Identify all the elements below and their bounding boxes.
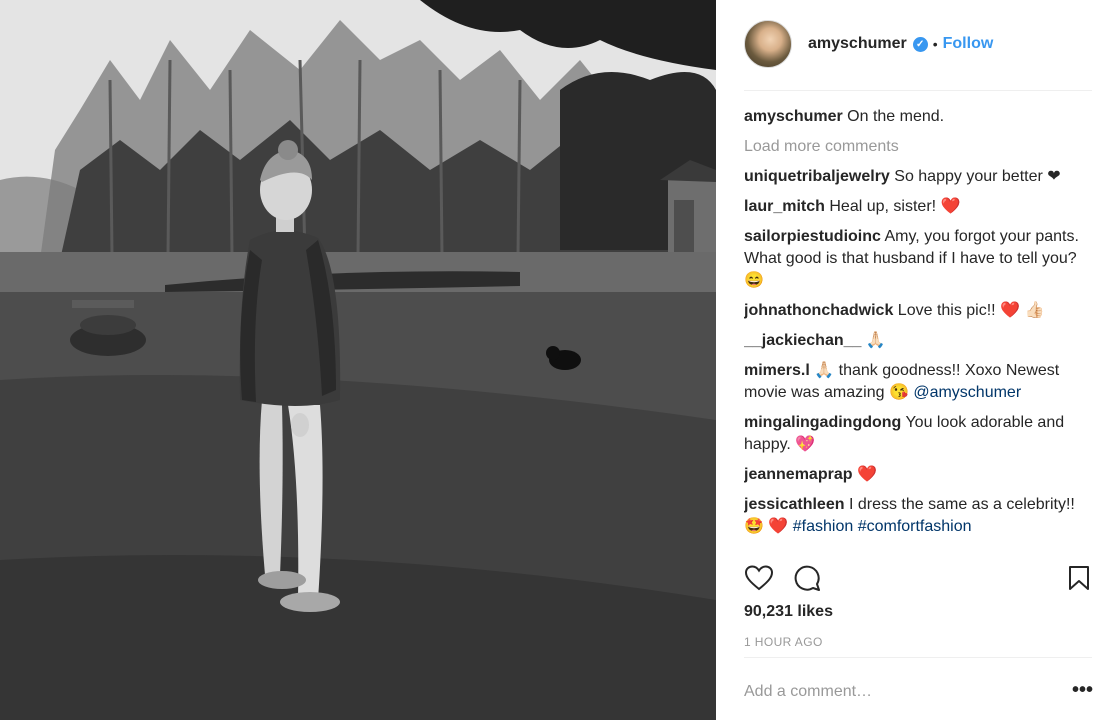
post-photo[interactable] <box>0 0 716 720</box>
comment-hashtag-links[interactable]: #fashion #comfortfashion <box>793 518 972 535</box>
post-caption: amyschumer On the mend. <box>744 106 1094 128</box>
heart-icon[interactable] <box>744 563 774 593</box>
more-options-icon[interactable]: ••• <box>1072 680 1093 700</box>
caption-text: On the mend. <box>847 108 945 125</box>
bookmark-icon[interactable] <box>1064 563 1094 593</box>
likes-count[interactable]: 90,231 likes <box>744 603 833 621</box>
comment-username[interactable]: uniquetribaljewelry <box>744 168 890 185</box>
comment-username[interactable]: laur_mitch <box>744 198 825 215</box>
author-username[interactable]: amyschumer <box>808 35 907 53</box>
comment-username[interactable]: sailorpiestudioinc <box>744 228 881 245</box>
comment-item: mimers.l 🙏🏻 thank goodness!! Xoxo Newest… <box>744 360 1094 404</box>
comment-bubble-icon-graphic <box>794 565 820 591</box>
author-avatar[interactable] <box>744 20 792 68</box>
comment-username[interactable]: jeannemaprap <box>744 466 852 483</box>
comment-item: jeannemaprap ❤️ <box>744 464 1094 486</box>
post-header: amyschumer ✓ • Follow <box>744 18 1092 70</box>
comments-list[interactable]: amyschumer On the mend. Load more commen… <box>744 106 1094 552</box>
add-comment-input[interactable] <box>744 680 1074 704</box>
verified-badge-icon: ✓ <box>912 36 928 52</box>
comment-text: Heal up, sister! ❤️ <box>829 198 961 215</box>
comment-item: laur_mitch Heal up, sister! ❤️ <box>744 196 1094 218</box>
load-more-comments-button[interactable]: Load more comments <box>744 136 1094 158</box>
post-side-panel: amyschumer ✓ • Follow amyschumer On the … <box>716 0 1107 720</box>
comment-text: ❤️ <box>856 466 877 483</box>
post-photo-illustration <box>0 0 716 720</box>
comment-text: Love this pic!! ❤️ 👍🏻 <box>897 302 1045 319</box>
header-divider <box>744 90 1092 91</box>
comment-text: So happy your better ❤ <box>894 168 1061 185</box>
header-separator: • <box>932 36 938 52</box>
post-actions-bar <box>744 563 1094 593</box>
comment-username[interactable]: johnathonchadwick <box>744 302 893 319</box>
comment-bubble-icon[interactable] <box>792 563 822 593</box>
comment-item: uniquetribaljewelry So happy your better… <box>744 166 1094 188</box>
comment-username[interactable]: mingalingadingdong <box>744 414 901 431</box>
comment-username[interactable]: __jackiechan__ <box>744 332 861 349</box>
comment-item: jessicathleen I dress the same as a cele… <box>744 494 1094 538</box>
comment-item: johnathonchadwick Love this pic!! ❤️ 👍🏻 <box>744 300 1094 322</box>
follow-button[interactable]: Follow <box>943 35 994 53</box>
comment-text: 🙏🏻 <box>865 332 886 349</box>
comment-mention-link[interactable]: @amyschumer <box>913 384 1021 401</box>
comment-username[interactable]: jessicathleen <box>744 496 845 513</box>
comment-box-divider <box>744 657 1092 658</box>
bookmark-icon-graphic <box>1069 566 1089 590</box>
comment-item: mingalingadingdong You look adorable and… <box>744 412 1094 456</box>
comment-item: __jackiechan__ 🙏🏻 <box>744 330 1094 352</box>
heart-icon-graphic <box>745 565 773 591</box>
comment-username[interactable]: mimers.l <box>744 362 810 379</box>
caption-username[interactable]: amyschumer <box>744 108 843 125</box>
comment-item: sailorpiestudioinc Amy, you forgot your … <box>744 226 1094 292</box>
post-timestamp: 1 HOUR AGO <box>744 635 823 649</box>
